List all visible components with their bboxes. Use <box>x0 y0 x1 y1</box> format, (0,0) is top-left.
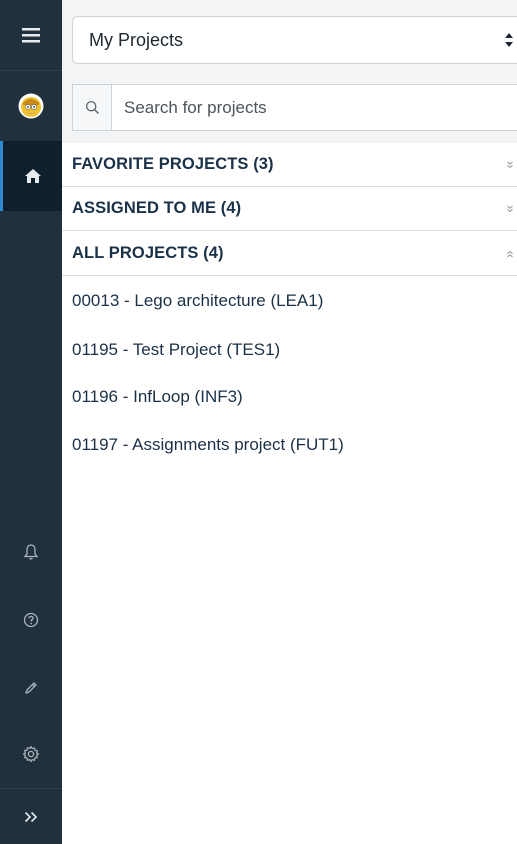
user-avatar-button[interactable] <box>0 71 62 141</box>
pencil-icon <box>25 682 37 694</box>
section-label: FAVORITE PROJECTS (3) <box>72 155 274 173</box>
chevron-down-icon <box>503 187 517 231</box>
section-assigned-to-me[interactable]: ASSIGNED TO ME (4) <box>62 187 517 231</box>
project-scope-select[interactable]: My Projects <box>72 16 517 64</box>
bell-icon <box>23 544 39 560</box>
menu-icon <box>22 28 40 43</box>
section-label: ALL PROJECTS (4) <box>72 244 224 262</box>
section-all-projects[interactable]: ALL PROJECTS (4) <box>62 232 517 276</box>
expand-icon <box>24 811 38 822</box>
project-list-item[interactable]: 01196 - InfLoop (INF3) <box>62 377 517 417</box>
section-label: ASSIGNED TO ME (4) <box>72 199 242 217</box>
section-favorite-projects[interactable]: FAVORITE PROJECTS (3) <box>62 143 517 187</box>
expand-sidebar-button[interactable] <box>0 789 62 844</box>
project-scope-value: My Projects <box>89 29 184 50</box>
project-list-item[interactable]: 01195 - Test Project (TES1) <box>62 330 517 370</box>
search-input[interactable] <box>112 85 517 130</box>
search-icon <box>85 100 99 114</box>
settings-button[interactable] <box>0 732 62 776</box>
panel-header: My Projects <box>62 0 517 143</box>
select-arrows-icon <box>505 33 513 47</box>
projects-panel: My Projects FAVORITE PROJECTS (3) ASSIGN… <box>62 0 517 844</box>
edit-button[interactable] <box>0 666 62 710</box>
project-list-item[interactable]: 01197 - Assignments project (FUT1) <box>62 425 517 465</box>
project-list-item[interactable]: 00013 - Lego architecture (LEA1) <box>62 281 517 321</box>
help-icon <box>23 612 39 628</box>
nav-rail <box>0 0 62 844</box>
search-icon-button[interactable] <box>73 85 112 130</box>
gear-icon <box>22 745 40 763</box>
chevron-down-icon <box>503 143 517 187</box>
chevron-up-icon <box>503 232 517 276</box>
menu-button[interactable] <box>0 0 62 70</box>
notifications-button[interactable] <box>0 530 62 574</box>
home-icon <box>24 169 41 183</box>
help-button[interactable] <box>0 598 62 642</box>
avatar <box>18 93 44 119</box>
search-bar <box>72 84 517 131</box>
home-button[interactable] <box>0 141 62 211</box>
